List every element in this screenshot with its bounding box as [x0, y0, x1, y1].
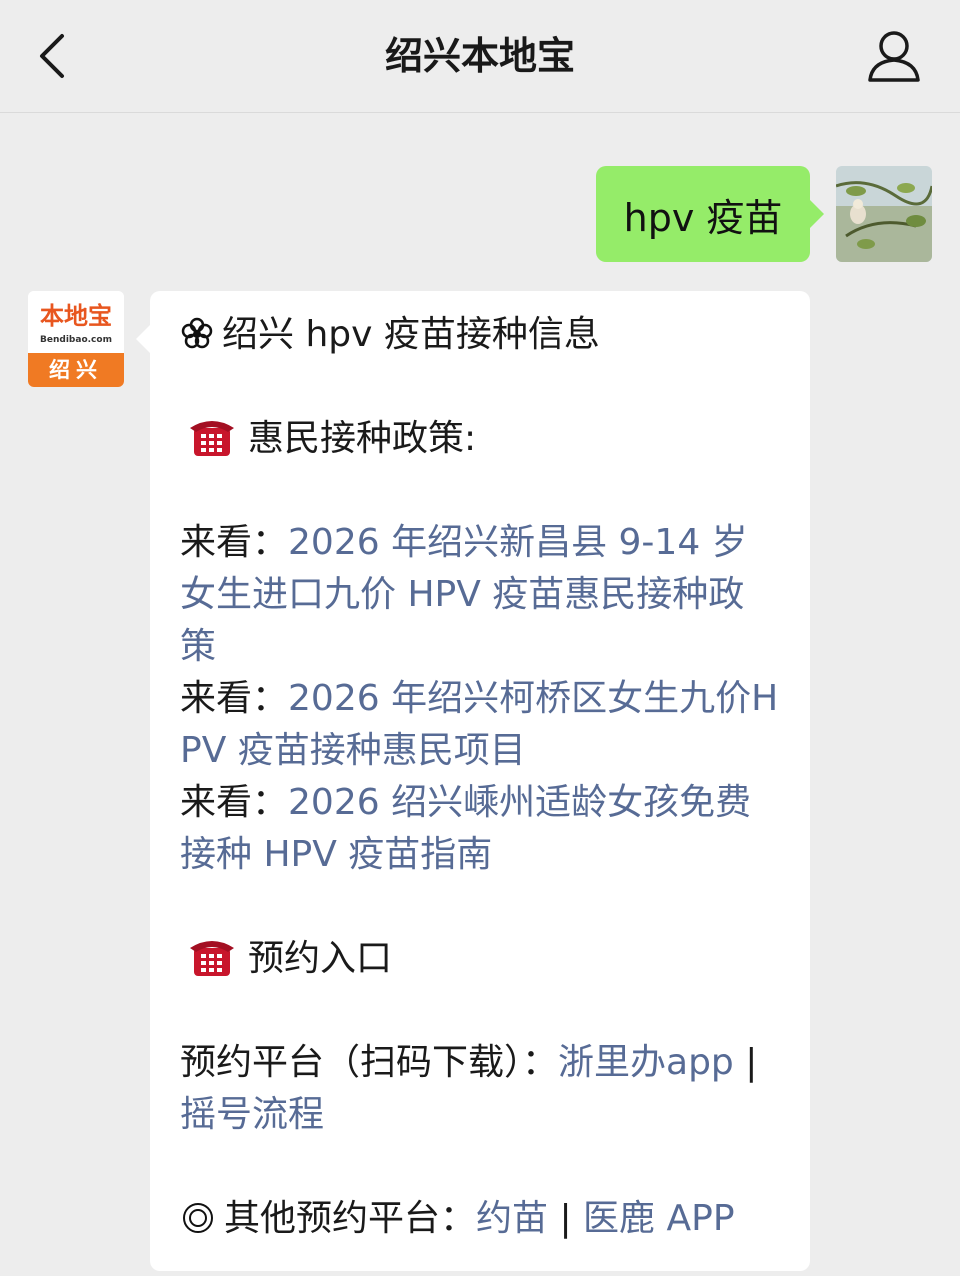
policy-item: 来看：2026 绍兴嵊州适龄女孩免费接种 HPV 疫苗指南	[180, 777, 780, 881]
user-avatar[interactable]	[836, 166, 932, 262]
section-title: 预约入口	[248, 938, 393, 979]
logo-domain: Bendibao.com	[40, 335, 112, 345]
section-title: 惠民接种政策:	[248, 418, 477, 459]
lottery-process-link[interactable]: 摇号流程	[180, 1094, 324, 1135]
policy-item: 来看：2026 年绍兴新昌县 9-14 岁女生进口九价 HPV 疫苗惠民接种政策	[180, 517, 780, 673]
bullseye-icon	[183, 1203, 213, 1233]
policy-prefix: 来看：	[180, 522, 289, 563]
telephone-icon	[190, 421, 234, 456]
logo-city: 绍兴	[28, 353, 124, 387]
zheliban-app-link[interactable]: 浙里办app	[558, 1042, 734, 1083]
policy-prefix: 来看：	[180, 782, 289, 823]
bot-avatar[interactable]: 本地宝 Bendibao.com 绍兴	[28, 291, 124, 387]
user-message-bubble[interactable]: hpv 疫苗	[596, 166, 824, 262]
telephone-icon	[190, 941, 234, 976]
user-message-text: hpv 疫苗	[623, 195, 783, 240]
yilu-app-link[interactable]: 医鹿 APP	[583, 1198, 735, 1239]
platform-label: 预约平台（扫码下载）：	[180, 1042, 559, 1083]
link-separator: |	[548, 1198, 584, 1239]
person-icon	[868, 31, 920, 82]
yuemiao-link[interactable]: 约苗	[476, 1198, 548, 1239]
logo-top: 本地宝 Bendibao.com	[28, 291, 124, 353]
policy-item: 来看：2026 年绍兴柯桥区女生九价HPV 疫苗接种惠民项目	[180, 673, 780, 777]
avatar-image	[836, 166, 932, 262]
profile-button[interactable]	[862, 24, 926, 88]
reply-heading-line: 绍兴 hpv 疫苗接种信息	[180, 309, 780, 361]
section-title-line: 预约入口	[180, 933, 780, 985]
bot-message-bubble: 绍兴 hpv 疫苗接种信息 惠民接种政策: 来看：2026 年绍兴新昌县 9-1…	[136, 291, 810, 1271]
section-title-line: 惠民接种政策:	[180, 413, 780, 465]
platform-line: 预约平台（扫码下载）：浙里办app | 摇号流程	[180, 1037, 780, 1141]
chat-title: 绍兴本地宝	[384, 34, 575, 78]
chat-header: 绍兴本地宝	[0, 0, 960, 113]
other-platform-label: 其他预约平台：	[224, 1198, 477, 1239]
flower-icon	[181, 317, 213, 349]
reply-heading: 绍兴 hpv 疫苗接种信息	[222, 314, 600, 355]
policy-prefix: 来看：	[180, 678, 289, 719]
other-platform-line: 其他预约平台：约苗 | 医鹿 APP	[180, 1193, 780, 1245]
logo-name: 本地宝	[40, 301, 112, 330]
link-separator: |	[733, 1042, 758, 1083]
